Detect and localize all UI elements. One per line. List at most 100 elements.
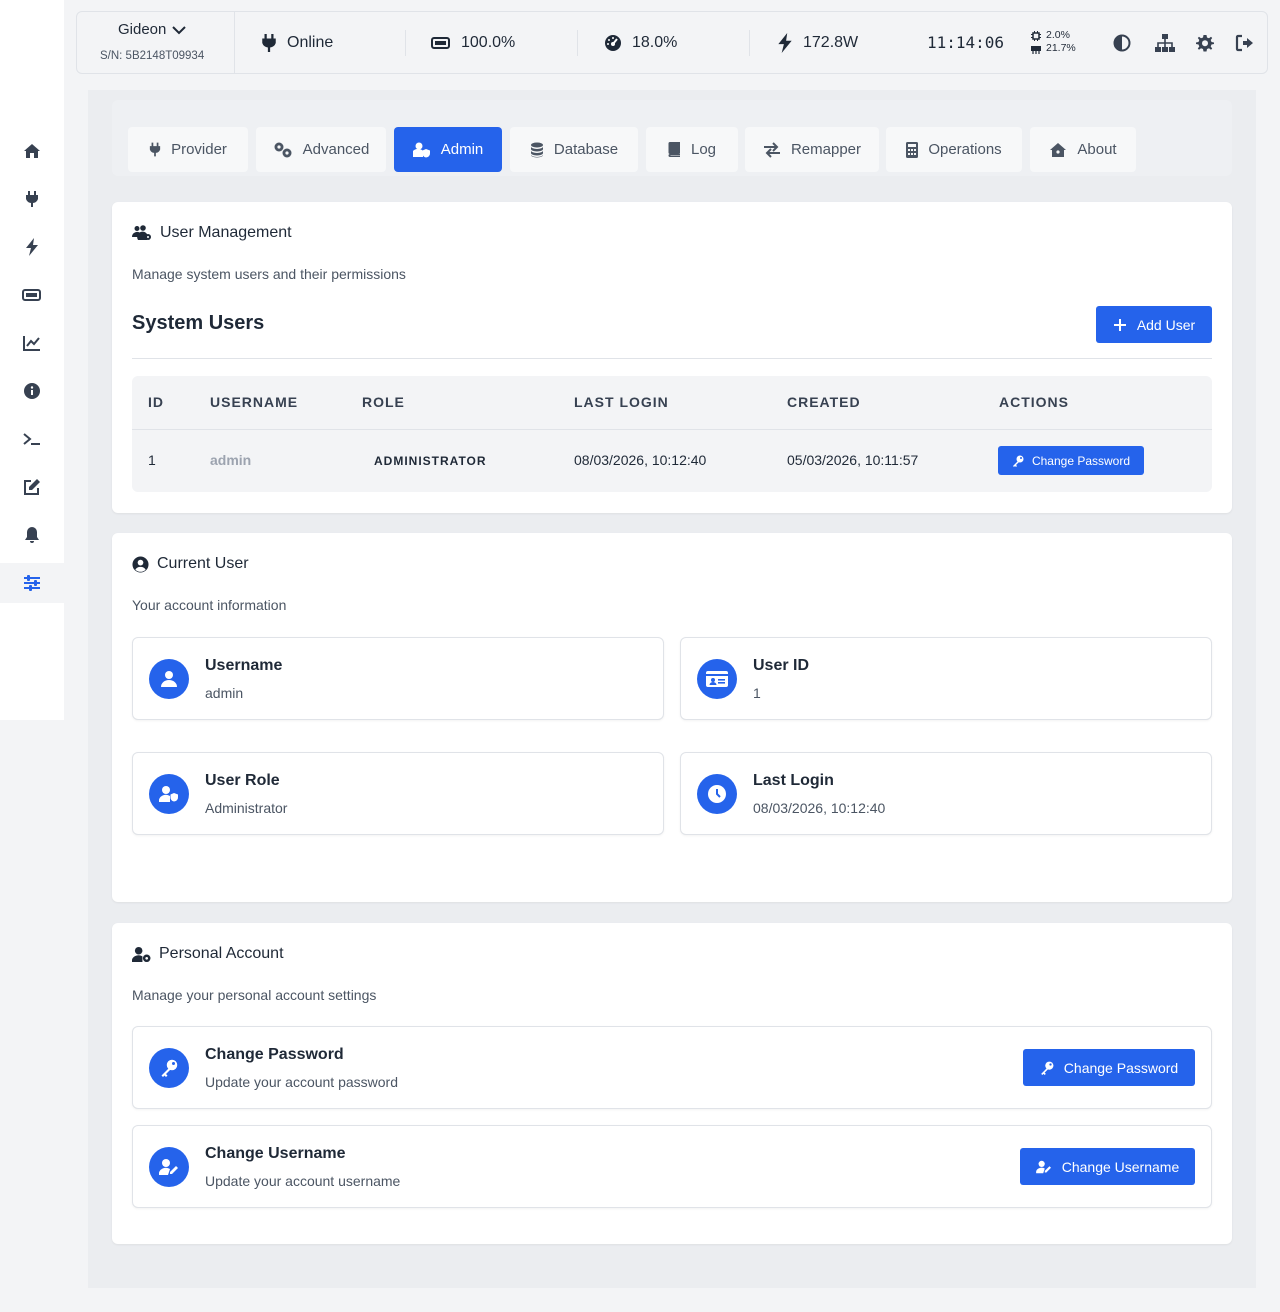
tab-label: Remapper [790, 141, 862, 158]
sidebar-item-terminal[interactable] [0, 419, 64, 459]
change-password-label: Change Password [1031, 453, 1131, 468]
sidebar-item-provider[interactable] [0, 179, 64, 219]
plug-icon [262, 33, 276, 52]
avatar [149, 1147, 189, 1187]
sidebar-item-notifications[interactable] [0, 515, 64, 555]
battery-indicator: 100.0% [431, 12, 515, 73]
key-icon [1012, 455, 1024, 467]
info-value: 1 [753, 685, 761, 701]
divider [577, 30, 578, 56]
battery-icon [431, 36, 450, 49]
tab-label: About [1077, 141, 1117, 158]
topbar: Gideon S/N: 5B2148T09934 Online 100.0% 1… [76, 11, 1268, 74]
avatar [149, 659, 189, 699]
cpu-text: 2.0% [1046, 29, 1070, 41]
section-description: Update your account username [205, 1173, 401, 1189]
add-user-button[interactable]: Add User [1096, 306, 1212, 343]
battery-text: 100.0% [461, 33, 516, 51]
sidebar-item-info[interactable] [0, 371, 64, 411]
device-name-label: Gideon [118, 21, 167, 38]
card-title-text: Current User [157, 555, 249, 572]
database-icon [530, 142, 543, 157]
add-user-label: Add User [1136, 316, 1196, 333]
key-icon [161, 1059, 178, 1077]
resource-usage: 2.0% 21.7% [1031, 29, 1076, 55]
change-username-button[interactable]: Change Username [1020, 1148, 1195, 1185]
sidebar-item-home[interactable] [0, 131, 64, 171]
device-selector[interactable]: Gideon S/N: 5B2148T09934 [77, 12, 235, 73]
user-circle-icon [132, 555, 149, 573]
tab-operations[interactable]: Operations [886, 127, 1022, 172]
info-value: admin [205, 685, 244, 701]
change-password-row-button[interactable]: Change Password [998, 446, 1144, 475]
info-last-login: Last Login 08/03/2026, 10:12:40 [680, 752, 1212, 835]
tab-bar: Provider Advanced Admin Database Log Rem… [112, 100, 1232, 176]
network-button[interactable] [1153, 12, 1177, 73]
bell-icon [25, 527, 39, 543]
settings-button[interactable] [1193, 12, 1217, 73]
personal-account-subtitle: Manage your personal account settings [132, 987, 377, 1003]
user-gear-icon [132, 946, 151, 962]
sidebar-item-battery[interactable] [0, 275, 64, 315]
load-indicator: 18.0% [604, 12, 677, 73]
tab-admin[interactable]: Admin [394, 127, 502, 172]
tab-label: Database [553, 141, 619, 158]
divider [132, 429, 1212, 430]
button-label: Change Username [1061, 1158, 1180, 1175]
change-password-button[interactable]: Change Password [1023, 1049, 1195, 1086]
section-description: Update your account password [205, 1074, 398, 1090]
sidebar-item-settings[interactable] [0, 563, 64, 603]
sidebar-item-power[interactable] [0, 227, 64, 267]
chart-line-icon [23, 336, 40, 351]
divider [132, 358, 1212, 359]
clock-icon [708, 785, 726, 803]
user-icon [161, 671, 177, 687]
user-management-card: User Management Manage system users and … [112, 202, 1232, 513]
tab-about[interactable]: About [1030, 127, 1136, 172]
terminal-icon [23, 433, 40, 445]
sidebar-item-edit[interactable] [0, 467, 64, 507]
tab-remapper[interactable]: Remapper [745, 127, 879, 172]
user-management-subtitle: Manage system users and their permission… [132, 266, 406, 282]
tab-label: Admin [440, 141, 484, 158]
user-edit-icon [1035, 1160, 1051, 1173]
cell-username: admin [210, 452, 252, 468]
tab-provider[interactable]: Provider [128, 127, 248, 172]
info-value: 08/03/2026, 10:12:40 [753, 800, 886, 816]
card-title-text: Personal Account [159, 945, 284, 962]
edit-icon [24, 479, 40, 495]
sidebar-item-charts[interactable] [0, 323, 64, 363]
column-header-role: ROLE [362, 394, 405, 410]
network-icon [1155, 33, 1175, 52]
column-header-created: CREATED [787, 394, 861, 410]
id-card-icon [706, 671, 728, 687]
section-title: Change Username [205, 1145, 346, 1162]
info-value: Administrator [205, 800, 288, 816]
info-user-role: User Role Administrator [132, 752, 664, 835]
chevron-down-icon [172, 25, 187, 34]
divider [749, 30, 750, 56]
column-header-username: USERNAME [210, 394, 299, 410]
tab-database[interactable]: Database [510, 127, 638, 172]
tab-advanced[interactable]: Advanced [256, 127, 386, 172]
logout-button[interactable] [1233, 12, 1257, 73]
cpu-icon [1031, 30, 1041, 41]
info-label: Last Login [753, 772, 834, 789]
battery-icon [22, 289, 41, 301]
theme-toggle-button[interactable] [1110, 12, 1134, 73]
button-label: Change Password [1063, 1059, 1179, 1076]
personal-account-title: Personal Account [132, 945, 284, 963]
change-password-section: Change Password Update your account pass… [132, 1026, 1212, 1109]
info-icon [24, 383, 40, 399]
tab-log[interactable]: Log [646, 127, 738, 172]
card-title-text: User Management [160, 224, 292, 241]
memory-text: 21.7% [1046, 42, 1076, 54]
tab-label: Operations [928, 141, 1002, 158]
book-icon [668, 142, 680, 157]
avatar [697, 774, 737, 814]
power-indicator: 172.8W [777, 12, 858, 73]
device-name[interactable]: Gideon [118, 21, 187, 38]
tab-label: Provider [171, 141, 227, 158]
gear-icon [1196, 34, 1214, 51]
current-user-card: Current User Your account information Us… [112, 533, 1232, 902]
